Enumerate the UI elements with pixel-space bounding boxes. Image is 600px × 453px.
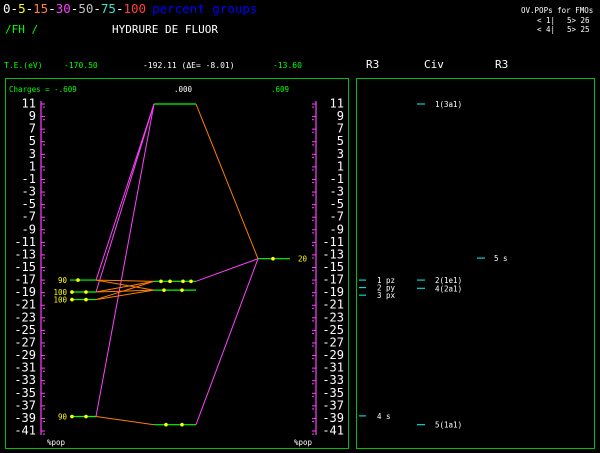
- orbital-connection: [95, 416, 155, 426]
- ov-pops-row-2-left: < 4|: [537, 25, 555, 34]
- population-label: 90: [58, 276, 68, 285]
- orbital-connection: [95, 103, 155, 417]
- ov-pops-row-1-right: 5> 26: [567, 16, 590, 25]
- electron-dot: [70, 414, 74, 419]
- percent-groups-legend: 0-5-15-30-50-75-100 percent groups: [3, 1, 257, 16]
- charge-molecule: .000: [174, 85, 193, 94]
- legend-scale-4: 15: [33, 1, 48, 16]
- energy-axis-left: 1197531-1-3-5-7-9-11-13-15-17-19-21-23-2…: [14, 97, 45, 438]
- correlation-panel-frame: [356, 78, 595, 449]
- electron-dot: [180, 422, 184, 427]
- electron-dot: [159, 279, 163, 284]
- electron-dot: [84, 414, 88, 419]
- tick-label-left: -41: [14, 424, 36, 438]
- legend-caption: percent groups: [152, 1, 257, 16]
- electron-dot: [164, 422, 168, 427]
- charge-right: .609: [271, 85, 289, 94]
- orbital-connection: [195, 258, 259, 282]
- legend-scale-5: -: [48, 1, 56, 16]
- legend-scale-10: 75: [101, 1, 116, 16]
- electron-dot: [70, 297, 74, 302]
- electron-dot: [271, 256, 275, 261]
- electron-dot: [76, 278, 80, 282]
- population-label: 20: [298, 255, 308, 264]
- population-label: 90: [58, 413, 68, 422]
- symmetry-label: 5 s: [494, 254, 508, 263]
- orbital-connection: [95, 103, 155, 293]
- orbital-connection: [195, 103, 259, 259]
- symmetry-label: 3 px: [377, 291, 396, 300]
- legend-scale-0: 0: [3, 1, 11, 16]
- orbital-levels: 901001009020: [53, 103, 308, 427]
- molecule-name: HYDRURE DE FLUOR: [112, 23, 218, 36]
- tick-label-right: -41: [322, 424, 344, 438]
- symmetry-label: 4(2a1): [435, 284, 462, 293]
- molecule-formula: /FH /: [5, 23, 38, 36]
- symmetry-label: 5(1a1): [435, 421, 462, 430]
- pop-label-left: %pop: [47, 438, 66, 447]
- panel-header-right: R3: [495, 58, 508, 71]
- panel-header-left: R3: [366, 58, 379, 71]
- legend-scale-6: 30: [56, 1, 71, 16]
- electron-dot: [181, 279, 185, 284]
- total-energy-left: -170.50: [64, 61, 98, 70]
- legend-scale-9: -: [93, 1, 101, 16]
- legend-scale-11: -: [116, 1, 124, 16]
- orbital-connections: [95, 103, 259, 426]
- ov-pops-heading: OV.POPs for FMOs: [521, 6, 593, 15]
- legend-scale-2: 5: [18, 1, 26, 16]
- correlation-levels: 1 pz2 py3 px4 s1(3a1)2(1e1)4(2a1)5(1a1)5…: [359, 100, 508, 430]
- ov-pops-row-2-right: 5> 25: [567, 25, 590, 34]
- orbital-connection: [95, 103, 155, 281]
- pop-label-right: %pop: [294, 438, 313, 447]
- diagram-canvas: 0-5-15-30-50-75-100 percent groups /FH / …: [3, 1, 595, 449]
- electron-dot: [84, 297, 88, 302]
- charges-label: Charges = -.609: [9, 85, 77, 94]
- legend-scale-8: 50: [78, 1, 93, 16]
- electron-dot: [189, 279, 193, 284]
- panel-header-middle: Civ: [424, 58, 444, 71]
- electron-dot: [84, 290, 88, 294]
- legend-scale-7: -: [71, 1, 79, 16]
- orbital-connection: [195, 258, 259, 425]
- electron-dot: [180, 288, 184, 292]
- legend-scale-3: -: [26, 1, 34, 16]
- legend-scale-1: -: [11, 1, 19, 16]
- legend-scale-12: 100: [124, 1, 147, 16]
- total-energy-molecule: -192.11 (ΔE= -8.01): [143, 61, 235, 70]
- electron-dot: [70, 290, 74, 294]
- symmetry-label: 1(3a1): [435, 100, 462, 109]
- ov-pops-row-1-left: < 1|: [537, 16, 555, 25]
- electron-dot: [162, 288, 166, 292]
- total-energy-right: -13.60: [273, 61, 302, 70]
- energy-axis-right: 1197531-1-3-5-7-9-11-13-15-17-19-21-23-2…: [312, 97, 344, 438]
- population-label: 100: [53, 296, 67, 305]
- electron-dot: [168, 279, 172, 284]
- symmetry-label: 4 s: [377, 412, 391, 421]
- total-energy-label: T.E.(eV): [4, 61, 43, 70]
